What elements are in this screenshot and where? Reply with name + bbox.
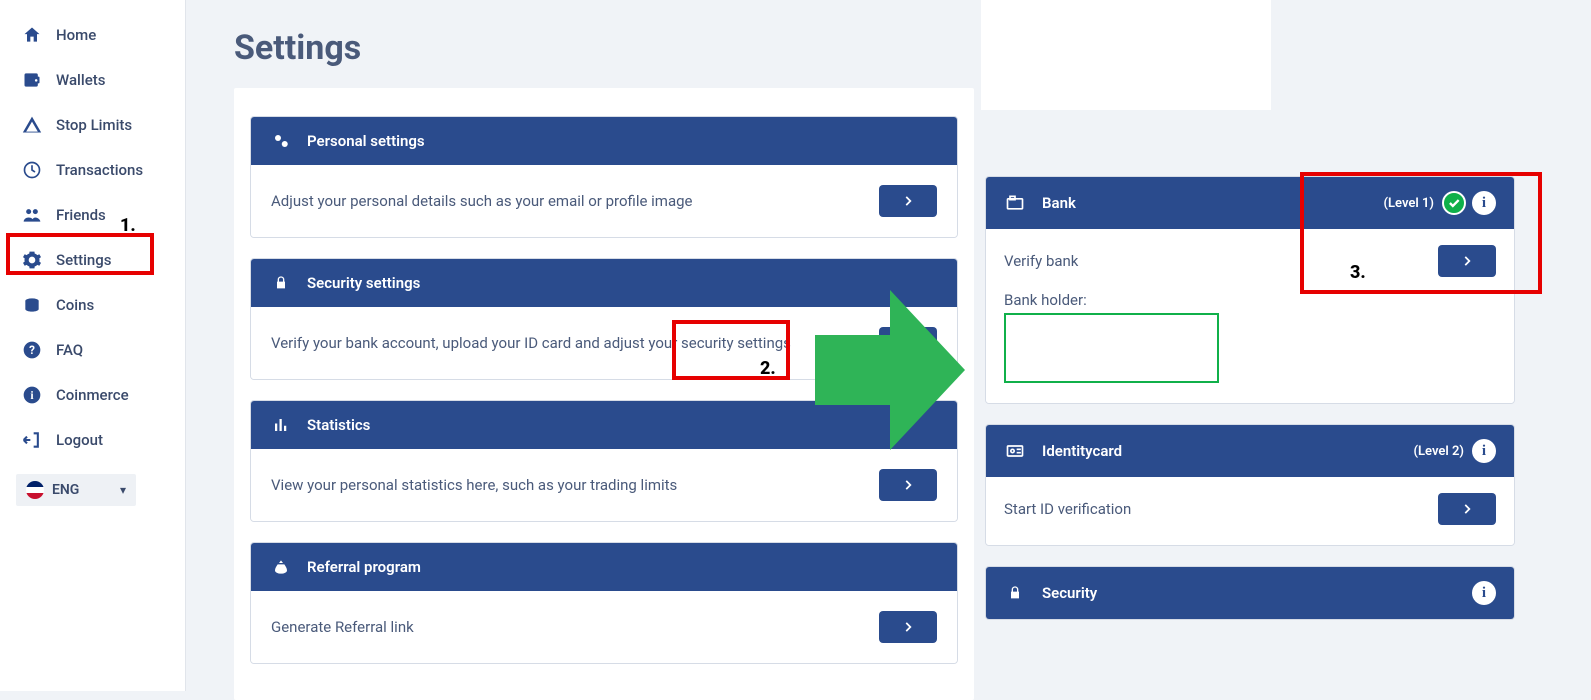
card-desc: Adjust your personal details such as you…	[271, 188, 879, 215]
personal-go-button[interactable]	[879, 185, 937, 217]
card-title: Bank	[1042, 194, 1076, 212]
sidebar-item-label: FAQ	[56, 341, 83, 359]
info-badge-icon[interactable]: i	[1472, 439, 1496, 463]
info-badge-icon[interactable]: i	[1472, 191, 1496, 215]
bank-holder-label: Bank holder:	[1004, 291, 1496, 309]
card-header-referral: Referral program	[251, 543, 957, 591]
card-referral: Referral program Generate Referral link	[250, 542, 958, 664]
sidebar-item-transactions[interactable]: Transactions	[0, 147, 185, 192]
question-icon: ?	[20, 338, 44, 362]
wallet-icon	[20, 68, 44, 92]
card-header-identity: Identitycard (Level 2) i	[986, 425, 1514, 477]
transactions-icon	[20, 158, 44, 182]
friends-icon	[20, 203, 44, 227]
card-header-statistics: Statistics	[251, 401, 957, 449]
bank-level-label: (Level 1)	[1384, 196, 1434, 211]
card-title: Security settings	[307, 274, 420, 292]
sidebar-item-label: Transactions	[56, 161, 143, 179]
sidebar-item-label: Settings	[56, 251, 112, 269]
bank-icon	[1004, 193, 1026, 213]
card-title: Statistics	[307, 416, 370, 434]
page-title: Settings	[234, 28, 1591, 68]
card-title: Identitycard	[1042, 442, 1122, 460]
sidebar-item-wallets[interactable]: Wallets	[0, 57, 185, 102]
sidebar-item-label: Friends	[56, 206, 106, 224]
warning-icon	[20, 113, 44, 137]
sidebar: Home Wallets Stop Limits Transactions Fr…	[0, 0, 186, 691]
card-security-settings: Security settings Verify your bank accou…	[250, 258, 958, 380]
language-selector[interactable]: ENG ▾	[16, 474, 136, 506]
identity-level-label: (Level 2)	[1414, 444, 1464, 459]
flag-uk-icon	[26, 481, 44, 499]
sidebar-item-label: Coins	[56, 296, 94, 314]
sidebar-item-label: Wallets	[56, 71, 105, 89]
lock-icon	[271, 273, 291, 293]
verify-bank-button[interactable]	[1438, 245, 1496, 277]
security-detail-panel: Bank (Level 1) i Verify bank Bank holder…	[985, 176, 1515, 620]
verify-bank-label: Verify bank	[1004, 252, 1078, 270]
coins-icon	[20, 293, 44, 317]
start-id-label: Start ID verification	[1004, 500, 1131, 518]
card-header-security-sub: Security i	[986, 567, 1514, 619]
sidebar-item-stop-limits[interactable]: Stop Limits	[0, 102, 185, 147]
home-icon	[20, 23, 44, 47]
lock-icon	[1004, 585, 1026, 601]
language-label: ENG	[52, 482, 120, 498]
card-desc: Generate Referral link	[271, 614, 879, 641]
sidebar-item-home[interactable]: Home	[0, 12, 185, 57]
info-badge-icon[interactable]: i	[1472, 581, 1496, 605]
card-desc: Verify your bank account, upload your ID…	[271, 330, 879, 357]
card-title: Personal settings	[307, 132, 425, 150]
sidebar-item-label: Home	[56, 26, 96, 44]
gear-icon	[20, 248, 44, 272]
card-title: Security	[1042, 584, 1097, 602]
sidebar-item-coinmerce[interactable]: i Coinmerce	[0, 372, 185, 417]
sidebar-item-friends[interactable]: Friends	[0, 192, 185, 237]
settings-panel: Personal settings Adjust your personal d…	[234, 88, 974, 700]
card-identitycard: Identitycard (Level 2) i Start ID verifi…	[985, 424, 1515, 546]
referral-go-button[interactable]	[879, 611, 937, 643]
card-bank: Bank (Level 1) i Verify bank Bank holder…	[985, 176, 1515, 404]
card-header-personal: Personal settings	[251, 117, 957, 165]
statistics-go-button[interactable]	[879, 469, 937, 501]
chart-icon	[271, 415, 291, 435]
bank-holder-value-box	[1004, 313, 1219, 383]
card-security-sub: Security i	[985, 566, 1515, 620]
info-icon: i	[20, 383, 44, 407]
card-desc: View your personal statistics here, such…	[271, 472, 879, 499]
sidebar-item-settings[interactable]: Settings	[0, 237, 185, 282]
card-personal-settings: Personal settings Adjust your personal d…	[250, 116, 958, 238]
sidebar-item-label: Coinmerce	[56, 386, 129, 404]
check-badge-icon	[1442, 191, 1466, 215]
money-bag-icon	[271, 557, 291, 577]
gears-icon	[271, 131, 291, 151]
sidebar-item-label: Stop Limits	[56, 116, 132, 134]
card-title: Referral program	[307, 558, 421, 576]
card-statistics: Statistics View your personal statistics…	[250, 400, 958, 522]
decorative-strip	[981, 0, 1271, 110]
start-id-button[interactable]	[1438, 493, 1496, 525]
chevron-down-icon: ▾	[120, 483, 126, 497]
sidebar-item-label: Logout	[56, 431, 103, 449]
sidebar-item-faq[interactable]: ? FAQ	[0, 327, 185, 372]
card-header-bank: Bank (Level 1) i	[986, 177, 1514, 229]
sidebar-item-coins[interactable]: Coins	[0, 282, 185, 327]
svg-text:?: ?	[29, 343, 35, 357]
security-go-button[interactable]	[879, 327, 937, 359]
id-card-icon	[1004, 441, 1026, 461]
card-header-security: Security settings	[251, 259, 957, 307]
sidebar-item-logout[interactable]: Logout	[0, 417, 185, 462]
logout-icon	[20, 428, 44, 452]
